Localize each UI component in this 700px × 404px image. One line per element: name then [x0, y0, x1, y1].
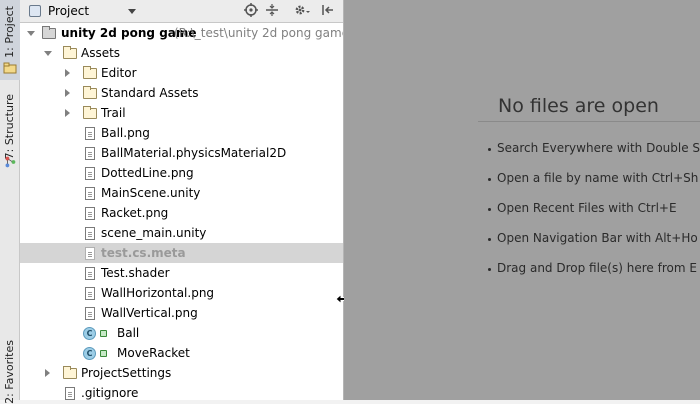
- folder-label: Standard Assets: [101, 86, 199, 100]
- structure-icon: [5, 156, 16, 168]
- tree-row-file[interactable]: WallVertical.png: [20, 303, 343, 323]
- project-tool-button[interactable]: 1: Project: [0, 0, 20, 80]
- file-label: scene_main.unity: [101, 226, 207, 240]
- tree-row-script[interactable]: C MoveRacket: [20, 343, 343, 363]
- unity-file-icon: [85, 187, 95, 200]
- collapsed-arrow-icon[interactable]: [63, 103, 73, 123]
- tree-row-project-settings[interactable]: ProjectSettings: [20, 363, 343, 383]
- file-label: Ball.png: [101, 126, 150, 140]
- collapse-all-icon[interactable]: [264, 3, 280, 19]
- folder-icon: [63, 366, 77, 379]
- file-label: MainScene.unity: [101, 186, 201, 200]
- tree-row-root[interactable]: unity 2d pong game (R:\_test\unity 2d po…: [20, 23, 344, 43]
- folder-icon: [3, 62, 17, 74]
- editor-area: No files are open Search Everywhere with…: [344, 0, 700, 400]
- tree-row-folder[interactable]: Trail: [20, 103, 343, 123]
- hint-bullet: [488, 208, 491, 211]
- file-icon: [85, 267, 95, 280]
- expand-arrow-icon[interactable]: [26, 23, 36, 43]
- folder-label: Editor: [101, 66, 137, 80]
- collapsed-arrow-icon[interactable]: [63, 83, 73, 103]
- tool-window-stripe: 1: Project 7: Structure 2: Favorites: [0, 0, 20, 404]
- structure-tool-button[interactable]: 7: Structure: [0, 92, 20, 172]
- root-path: (R:\_test\unity 2d pong game): [174, 26, 344, 40]
- project-view-title[interactable]: Project: [48, 4, 89, 18]
- hint-bullet: [488, 178, 491, 181]
- file-label: DottedLine.png: [101, 166, 194, 180]
- folder-icon: [83, 86, 97, 99]
- file-label: WallHorizontal.png: [101, 286, 215, 300]
- project-view-icon: [29, 5, 41, 17]
- file-icon: [85, 167, 95, 180]
- tree-row-file[interactable]: WallHorizontal.png: [20, 283, 343, 303]
- gear-icon[interactable]: [294, 3, 310, 19]
- structure-tool-label: 7: Structure: [3, 94, 16, 160]
- file-icon: [85, 287, 95, 300]
- tree-row-assets[interactable]: Assets: [20, 43, 343, 63]
- hint-recent-files: Open Recent Files with Ctrl+E: [497, 201, 677, 215]
- scroll-from-source-icon[interactable]: [243, 3, 259, 19]
- collapsed-arrow-icon[interactable]: [43, 363, 53, 383]
- project-panel-header: Project: [20, 0, 343, 23]
- lock-icon: [100, 330, 107, 337]
- favorites-tool-button[interactable]: 2: Favorites: [0, 336, 20, 404]
- tree-row-file[interactable]: MainScene.unity: [20, 183, 343, 203]
- title-divider: [478, 121, 700, 122]
- hint-bullet: [488, 148, 491, 151]
- file-label: .gitignore: [81, 386, 139, 400]
- file-icon: [85, 307, 95, 320]
- folder-icon: [63, 46, 77, 59]
- hint-drag-drop: Drag and Drop file(s) here from E: [497, 261, 697, 275]
- file-label: WallVertical.png: [101, 306, 198, 320]
- tree-row-file[interactable]: DottedLine.png: [20, 163, 343, 183]
- tree-row-folder[interactable]: Standard Assets: [20, 83, 343, 103]
- lock-icon: [100, 350, 107, 357]
- hint-navigation-bar: Open Navigation Bar with Alt+Ho: [497, 231, 698, 245]
- project-folder-icon: [42, 26, 56, 39]
- tree-row-file-selected[interactable]: test.cs.meta: [20, 243, 343, 263]
- csharp-class-icon: C: [83, 327, 96, 340]
- expand-arrow-icon[interactable]: [43, 43, 53, 63]
- project-tool-label: 1: Project: [3, 6, 16, 58]
- tree-row-folder[interactable]: Editor: [20, 63, 343, 83]
- tree-row-gitignore[interactable]: .gitignore: [20, 383, 343, 400]
- folder-icon: [83, 106, 97, 119]
- file-icon: [65, 387, 75, 400]
- tree-row-script[interactable]: C Ball: [20, 323, 343, 343]
- file-icon: [85, 207, 95, 220]
- script-label: Ball: [117, 326, 140, 340]
- assets-label: Assets: [81, 46, 121, 60]
- file-label: Racket.png: [101, 206, 169, 220]
- folder-label: Trail: [101, 106, 126, 120]
- tree-row-file[interactable]: Ball.png: [20, 123, 343, 143]
- tree-row-file[interactable]: Racket.png: [20, 203, 343, 223]
- script-label: MoveRacket: [117, 346, 190, 360]
- tree-row-file[interactable]: Test.shader: [20, 263, 343, 283]
- tree-row-file[interactable]: BallMaterial.physicsMaterial2D: [20, 143, 343, 163]
- hint-open-file: Open a file by name with Ctrl+Sh: [497, 171, 699, 185]
- file-icon: [85, 127, 95, 140]
- file-label: BallMaterial.physicsMaterial2D: [101, 146, 287, 160]
- favorites-tool-label: 2: Favorites: [3, 340, 16, 404]
- chevron-down-icon[interactable]: [128, 9, 136, 14]
- hide-panel-icon[interactable]: [320, 3, 336, 19]
- hint-bullet: [488, 268, 491, 271]
- file-icon: [85, 147, 95, 160]
- file-label: Test.shader: [101, 266, 170, 280]
- file-icon: [85, 247, 95, 260]
- collapsed-arrow-icon[interactable]: [63, 63, 73, 83]
- empty-editor-title: No files are open: [498, 95, 659, 117]
- hint-bullet: [488, 238, 491, 241]
- hint-search-everywhere: Search Everywhere with Double S: [497, 141, 700, 155]
- unity-file-icon: [85, 227, 95, 240]
- project-panel: Project unity 2d pong game (R:\_test\uni…: [20, 0, 344, 400]
- file-label: test.cs.meta: [101, 246, 186, 260]
- folder-label: ProjectSettings: [81, 366, 172, 380]
- csharp-class-icon: C: [83, 347, 96, 360]
- tree-row-file[interactable]: scene_main.unity: [20, 223, 343, 243]
- folder-icon: [83, 66, 97, 79]
